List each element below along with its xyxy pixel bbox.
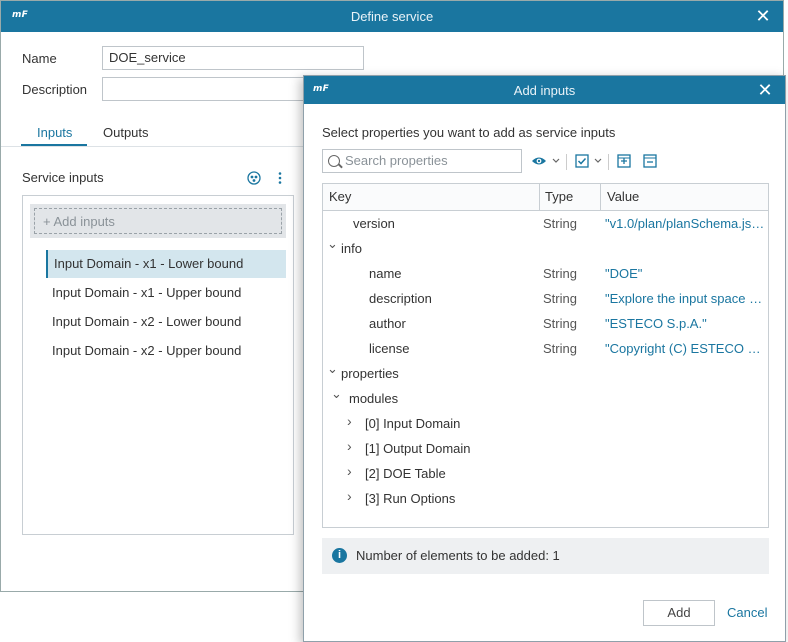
close-icon[interactable]: ✕ [755,79,775,101]
row-key: [2] DOE Table [365,466,446,481]
chevron-right-icon[interactable]: › [347,438,355,454]
info-bar: i Number of elements to be added: 1 [322,538,769,574]
search-icon [328,155,340,167]
define-service-titlebar: mF Define service ✕ [1,1,783,32]
table-row[interactable]: license String "Copyright (C) ESTECO S.p.A… [323,336,768,361]
table-row[interactable]: › [3] Run Options [323,486,768,511]
row-key: author [369,316,406,331]
description-field[interactable] [102,77,312,101]
table-row[interactable]: name String "DOE" [323,261,768,286]
column-header-key[interactable]: Key [329,189,351,204]
description-label: Description [22,82,88,97]
row-value: "Copyright (C) ESTECO S.p.A." [605,341,765,356]
row-key: [1] Output Domain [365,441,471,456]
table-row[interactable]: ⌄ modules [323,386,768,411]
row-type: String [543,216,577,231]
service-inputs-label: Service inputs [22,170,104,185]
info-icon: i [332,548,347,563]
dialog-title: Define service [350,9,434,24]
name-field[interactable]: DOE_service [102,46,364,70]
add-inputs-button[interactable]: + Add inputs [34,208,282,234]
tab-outputs[interactable]: Outputs [103,125,149,140]
row-key: name [369,266,402,281]
add-inputs-titlebar: mF Add inputs ✕ [304,76,785,104]
toolbar-divider [566,154,567,170]
service-input-item[interactable]: Input Domain - x2 - Lower bound [46,308,286,336]
column-header-value[interactable]: Value [607,189,639,204]
search-placeholder: Search properties [345,153,448,168]
table-row[interactable]: description String "Explore the input spac… [323,286,768,311]
row-key: license [369,341,410,356]
add-inputs-dialog: mF Add inputs ✕ Select properties you wa… [303,75,786,642]
info-text: Number of elements to be added: 1 [356,548,560,563]
expand-all-icon[interactable] [617,154,631,172]
checkbox-icon[interactable] [575,154,589,172]
add-inputs-row[interactable]: + Add inputs [30,204,286,238]
table-row[interactable]: author String "ESTECO S.p.A." [323,311,768,336]
row-type: String [543,266,577,281]
table-row[interactable]: ⌄ properties [323,361,768,386]
chevron-down-icon[interactable]: ⌄ [331,386,342,401]
row-value: "ESTECO S.p.A." [605,316,707,331]
row-type: String [543,316,577,331]
add-button[interactable]: Add [643,600,715,626]
chevron-right-icon[interactable]: › [347,413,355,429]
row-value: "Explore the input space with a DOE" [605,291,765,306]
row-value: "DOE" [605,266,643,281]
column-divider[interactable] [600,184,601,210]
eye-icon[interactable] [531,154,547,172]
collapse-all-icon[interactable] [643,154,657,172]
more-options-icon[interactable] [277,171,283,185]
search-input[interactable]: Search properties [322,149,522,173]
row-key: properties [341,366,399,381]
properties-table: Key Type Value version String "v1.0/plan/p… [322,183,769,528]
row-type: String [543,341,577,356]
row-key: info [341,241,362,256]
toolbar-divider [608,154,609,170]
dialog-title: Add inputs [513,83,576,98]
group-icon[interactable] [247,171,261,185]
chevron-down-icon[interactable] [552,158,560,176]
chevron-right-icon[interactable]: › [347,488,355,504]
name-label: Name [22,51,57,66]
service-input-item[interactable]: Input Domain - x1 - Lower bound [46,250,286,278]
chevron-down-icon[interactable]: ⌄ [327,361,338,376]
instruction-text: Select properties you want to add as ser… [322,125,616,140]
column-divider[interactable] [539,184,540,210]
table-row[interactable]: version String "v1.0/plan/planSchema.json" [323,211,768,236]
table-row[interactable]: › [0] Input Domain [323,411,768,436]
row-key: description [369,291,432,306]
chevron-right-icon[interactable]: › [347,463,355,479]
column-header-type[interactable]: Type [545,189,573,204]
row-key: [3] Run Options [365,491,456,506]
name-value: DOE_service [109,50,186,65]
row-key: version [353,216,395,231]
table-row[interactable]: › [2] DOE Table [323,461,768,486]
close-icon[interactable]: ✕ [753,5,773,27]
table-header: Key Type Value [323,184,768,211]
service-inputs-panel: + Add inputs Input Domain - x1 - Lower b… [22,195,294,535]
service-input-item[interactable]: Input Domain - x1 - Upper bound [46,279,286,307]
table-row[interactable]: ⌄ info [323,236,768,261]
chevron-down-icon[interactable] [594,158,602,176]
row-key: [0] Input Domain [365,416,461,431]
tab-inputs[interactable]: Inputs [37,125,72,140]
row-key: modules [349,391,399,406]
row-value: "v1.0/plan/planSchema.json" [605,216,765,231]
row-type: String [543,291,577,306]
cancel-button[interactable]: Cancel [727,605,767,620]
service-input-item[interactable]: Input Domain - x2 - Upper bound [46,337,286,365]
table-row[interactable]: › [1] Output Domain [323,436,768,461]
chevron-down-icon[interactable]: ⌄ [327,236,338,251]
